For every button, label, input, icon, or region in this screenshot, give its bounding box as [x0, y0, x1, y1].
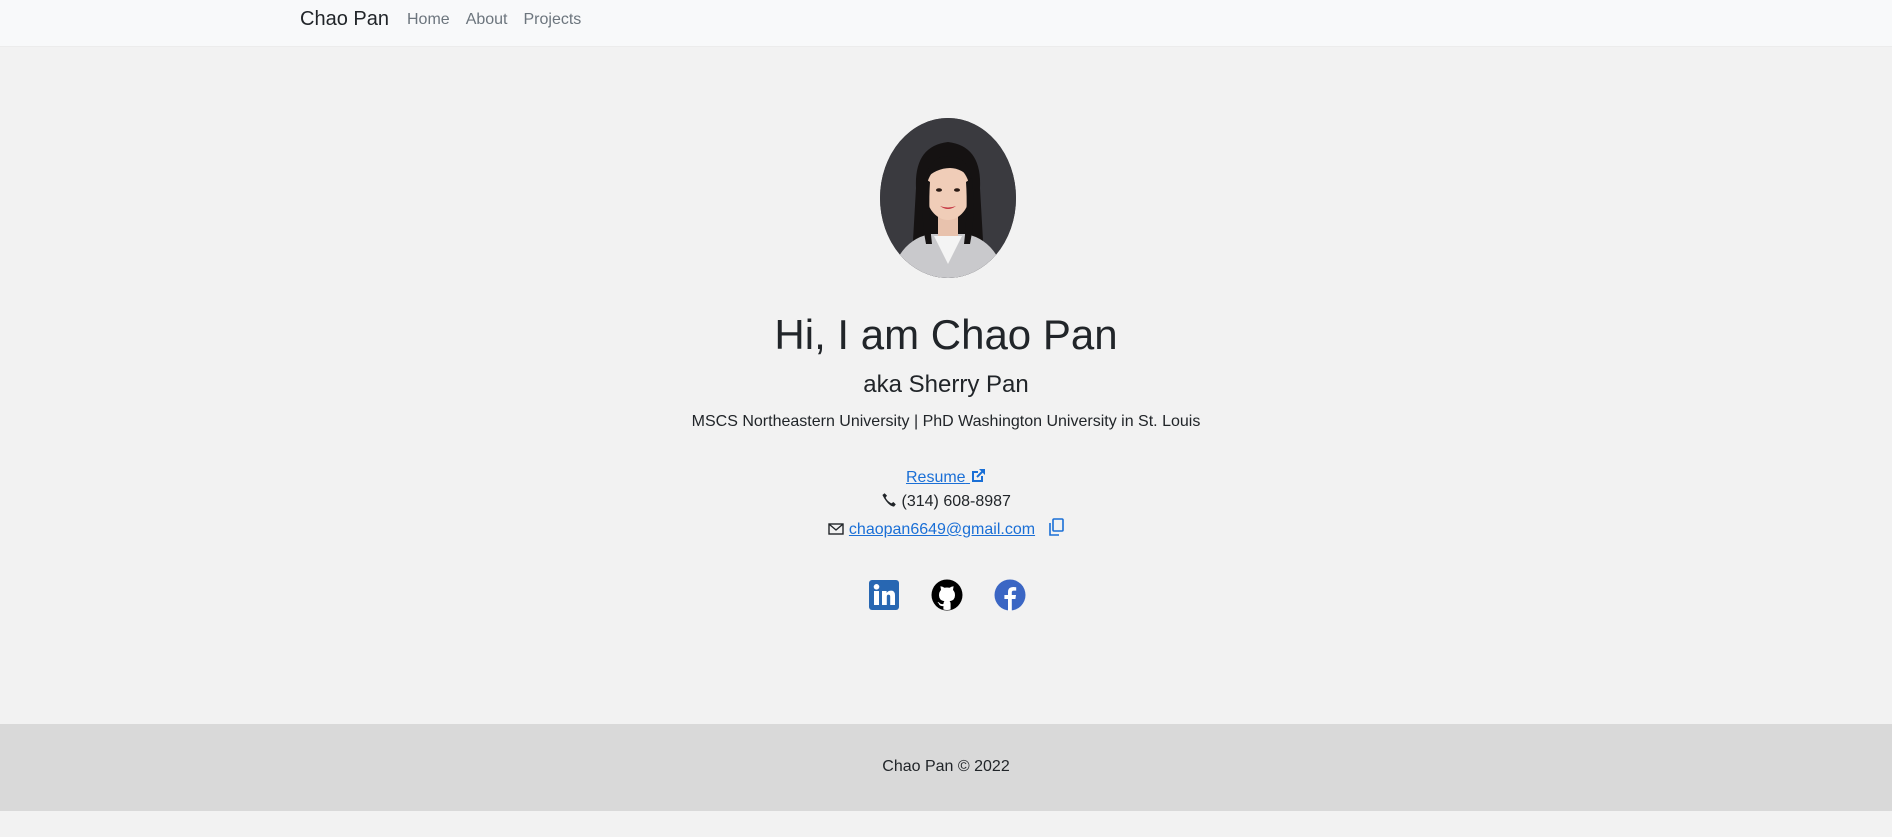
nav-home-link[interactable]: Home [407, 10, 450, 30]
resume-link[interactable]: Resume [906, 469, 986, 486]
email-row: chaopan6649@gmail.com [0, 518, 1892, 541]
external-link-icon [970, 468, 986, 489]
alias-subtitle: aka Sherry Pan [863, 371, 1029, 398]
facebook-icon[interactable] [994, 579, 1026, 611]
phone-icon [881, 492, 897, 513]
main-content: Hi, I am Chao Pan aka Sherry Pan MSCS No… [0, 46, 1892, 724]
social-links [868, 579, 1026, 611]
resume-row: Resume [0, 468, 1892, 489]
phone-row: (314) 608-8987 [0, 492, 1892, 513]
github-icon[interactable] [931, 579, 963, 611]
footer-copyright: Chao Pan © 2022 [882, 758, 1010, 775]
copy-icon[interactable] [1048, 518, 1064, 541]
navbar: Chao Pan Home About Projects [0, 0, 1892, 47]
resume-label: Resume [905, 469, 966, 486]
profile-photo-illustration [880, 118, 1016, 278]
linkedin-icon[interactable] [868, 579, 900, 611]
phone-number: (314) 608-8987 [901, 493, 1011, 510]
nav-about-link[interactable]: About [466, 10, 508, 30]
nav-projects-link[interactable]: Projects [524, 10, 582, 30]
brand-link[interactable]: Chao Pan [300, 8, 389, 31]
footer: Chao Pan © 2022 [0, 724, 1892, 811]
profile-photo [880, 118, 1016, 278]
page-title: Hi, I am Chao Pan [774, 311, 1118, 358]
email-link[interactable]: chaopan6649@gmail.com [849, 521, 1035, 538]
education-line: MSCS Northeastern University | PhD Washi… [691, 413, 1201, 430]
nav-links: Home About Projects [407, 10, 597, 30]
envelope-icon [828, 522, 845, 541]
